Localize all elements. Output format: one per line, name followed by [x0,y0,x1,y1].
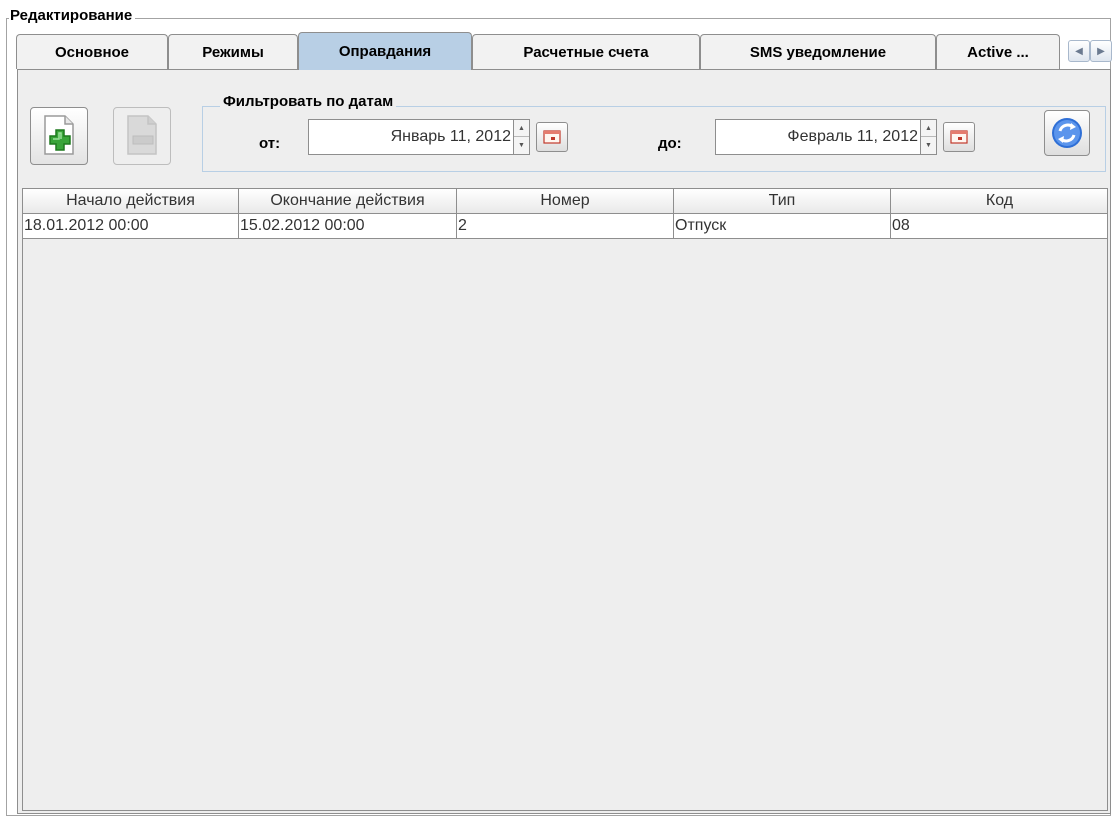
tab-scroll-right-button[interactable]: ▶ [1090,40,1112,62]
cell-code: 08 [891,214,1107,239]
from-date-field[interactable]: Январь 11, 2012 [308,119,514,155]
cell-number: 2 [457,214,674,239]
tab-bar: Основное Режимы Оправдания Расчетные сче… [16,32,1112,70]
add-button[interactable] [30,107,88,165]
editing-title: Редактирование [9,7,136,25]
column-header-end[interactable]: Окончание действия [239,189,457,214]
remove-button[interactable] [113,107,171,165]
tab-sms-notification[interactable]: SMS уведомление [700,34,936,69]
refresh-button[interactable] [1044,110,1090,156]
spin-down-icon[interactable]: ▼ [921,137,936,154]
cell-end: 15.02.2012 00:00 [239,214,457,239]
from-calendar-button[interactable] [536,122,568,152]
spin-up-icon[interactable]: ▲ [514,120,529,137]
cell-start: 18.01.2012 00:00 [23,214,239,239]
column-header-number[interactable]: Номер [457,189,674,214]
to-calendar-button[interactable] [943,122,975,152]
tab-scroll-left-button[interactable]: ◀ [1068,40,1090,62]
cell-type: Отпуск [674,214,891,239]
column-header-start[interactable]: Начало действия [23,189,239,214]
calendar-icon [950,130,968,144]
tab-modes[interactable]: Режимы [168,34,298,69]
date-filter-title: Фильтровать по датам [220,93,397,111]
tab-bank-accounts[interactable]: Расчетные счета [472,34,700,69]
refresh-icon [1052,118,1082,148]
document-remove-icon [127,115,157,155]
justifications-panel: Фильтровать по датам от: Январь 11, 2012… [17,69,1111,814]
table-row[interactable]: 18.01.2012 00:00 15.02.2012 00:00 2 Отпу… [23,214,1107,239]
document-add-icon [44,115,74,155]
column-header-type[interactable]: Тип [674,189,891,214]
tab-basic[interactable]: Основное [16,34,168,69]
from-date-spinner[interactable]: ▲ ▼ [514,119,530,155]
to-date-spinner[interactable]: ▲ ▼ [921,119,937,155]
spin-up-icon[interactable]: ▲ [921,120,936,137]
from-label: от: [259,135,281,152]
arrow-right-icon: ▶ [1097,45,1105,57]
justifications-table: Начало действия Окончание действия Номер… [22,188,1108,811]
table-header: Начало действия Окончание действия Номер… [23,189,1107,214]
tab-justifications[interactable]: Оправдания [298,32,472,70]
arrow-left-icon: ◀ [1075,45,1083,57]
tab-active[interactable]: Active ... [936,34,1060,69]
calendar-icon [543,130,561,144]
column-header-code[interactable]: Код [891,189,1107,214]
to-date-field[interactable]: Февраль 11, 2012 [715,119,921,155]
to-label: до: [658,135,682,152]
spin-down-icon[interactable]: ▼ [514,137,529,154]
